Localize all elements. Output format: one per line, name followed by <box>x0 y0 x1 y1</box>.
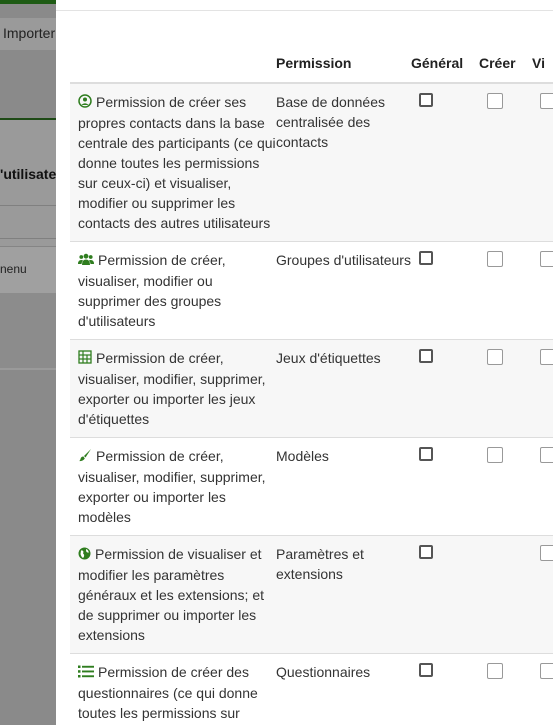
general-checkbox[interactable] <box>419 93 433 107</box>
table-row: Permission de créer, visualiser, modifie… <box>70 339 553 438</box>
users-heading: 'utilisate <box>0 166 56 182</box>
create-checkbox[interactable] <box>487 447 503 463</box>
permission-name: Paramètres et extensions <box>276 535 411 654</box>
menu-row[interactable]: nenu <box>0 246 56 294</box>
permission-description: Permission de créer ses propres contacts… <box>70 83 276 242</box>
list-icon <box>78 663 94 683</box>
import-button[interactable]: Importer <box>0 18 56 50</box>
background-page: Importer 'utilisate nenu <box>0 0 56 725</box>
table-row: Permission de créer ses propres contacts… <box>70 83 553 242</box>
create-checkbox[interactable] <box>487 349 503 365</box>
table-header-row: Permission Général Créer Vi <box>70 44 553 84</box>
view-checkbox[interactable] <box>540 545 553 561</box>
divider <box>0 238 56 239</box>
user-circle-icon <box>78 93 92 113</box>
header-general: Général <box>411 44 479 84</box>
create-checkbox[interactable] <box>487 93 503 109</box>
permission-description: Permission de créer, visualiser, modifie… <box>70 437 276 536</box>
permission-description: Permission de créer, visualiser, modifie… <box>70 241 276 340</box>
header-create: Créer <box>479 44 532 84</box>
users-group-icon <box>78 251 94 271</box>
general-checkbox[interactable] <box>419 663 433 677</box>
permission-name: Questionnaires <box>276 653 411 725</box>
header-view: Vi <box>532 44 553 84</box>
permissions-modal: Permission Général Créer Vi Permission d… <box>56 0 553 725</box>
permission-name: Groupes d'utilisateurs <box>276 241 411 340</box>
general-checkbox[interactable] <box>419 251 433 265</box>
permissions-table: Permission Général Créer Vi Permission d… <box>70 44 553 725</box>
header-description <box>70 44 276 84</box>
table-row: Permission de créer des questionnaires (… <box>70 653 553 725</box>
permission-description: Permission de visualiser et modifier les… <box>70 535 276 654</box>
view-checkbox[interactable] <box>540 93 553 109</box>
permission-name: Jeux d'étiquettes <box>276 339 411 438</box>
divider <box>0 205 56 206</box>
panel <box>0 293 56 368</box>
label-set-icon <box>78 349 92 369</box>
view-checkbox[interactable] <box>540 663 553 679</box>
view-checkbox[interactable] <box>540 447 553 463</box>
brush-icon <box>78 447 92 467</box>
globe-icon <box>78 545 91 565</box>
general-checkbox[interactable] <box>419 447 433 461</box>
create-checkbox[interactable] <box>487 251 503 267</box>
view-checkbox[interactable] <box>540 349 553 365</box>
table-row: Permission de créer, visualiser, modifie… <box>70 241 553 340</box>
create-checkbox[interactable] <box>487 663 503 679</box>
modal-header <box>56 0 553 11</box>
general-checkbox[interactable] <box>419 349 433 363</box>
permission-name: Base de données centralisée des contacts <box>276 83 411 242</box>
permission-name: Modèles <box>276 437 411 536</box>
table-row: Permission de visualiser et modifier les… <box>70 535 553 654</box>
header-permission: Permission <box>276 44 411 84</box>
general-checkbox[interactable] <box>419 545 433 559</box>
table-row: Permission de créer, visualiser, modifie… <box>70 437 553 536</box>
top-bar <box>0 0 56 4</box>
view-checkbox[interactable] <box>540 251 553 267</box>
permission-description: Permission de créer des questionnaires (… <box>70 653 276 725</box>
permission-description: Permission de créer, visualiser, modifie… <box>70 339 276 438</box>
